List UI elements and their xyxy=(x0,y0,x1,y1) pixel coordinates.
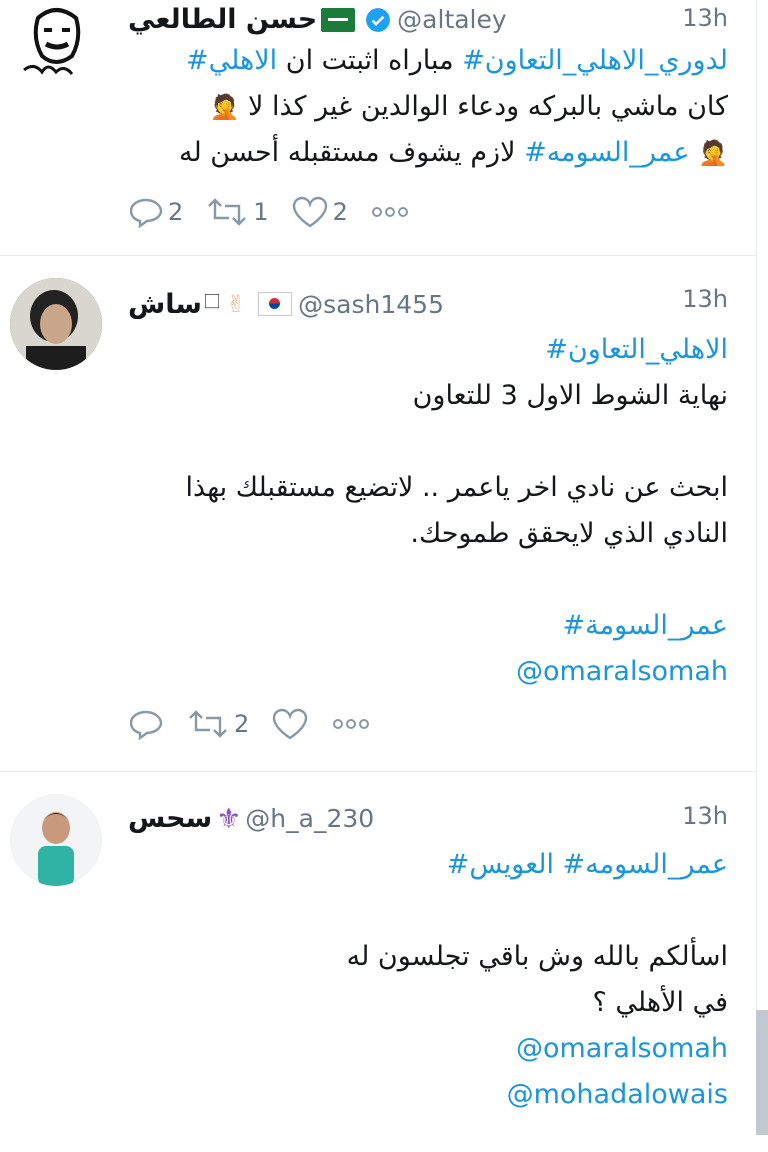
facepalm-emoji: 🤦 xyxy=(209,93,240,121)
retweet-icon xyxy=(208,198,247,226)
display-name[interactable]: حسن الطالعي xyxy=(128,4,317,35)
like-button[interactable]: 2 xyxy=(291,195,348,229)
hashtag-link[interactable]: عمر_السومة# xyxy=(128,603,728,649)
korea-flag-icon xyxy=(258,292,293,316)
hashtag-link[interactable]: عمر_السومه# xyxy=(524,137,698,168)
retweet-count: 2 xyxy=(234,710,250,738)
tweet-text: لدوري_الاهلي_التعاون# مباراه اثبتت ان ال… xyxy=(128,38,728,176)
tweet[interactable]: ساش 🗆 ✌ @sash1455 13h الاهلي_التعاون# نه… xyxy=(0,255,756,772)
display-name[interactable]: ساش xyxy=(128,289,202,320)
heart-icon xyxy=(273,708,308,740)
tweet-text: عمر_السومه# العويس# اسألكم بالله وش باقي… xyxy=(128,842,728,1118)
tweet-line: لدوري_الاهلي_التعاون# مباراه اثبتت ان ال… xyxy=(128,38,728,84)
like-button[interactable] xyxy=(271,707,309,741)
retweet-count: 1 xyxy=(253,198,269,226)
fleur-de-lis-emoji: ⚜ xyxy=(216,802,242,835)
tweet-author[interactable]: ساش 🗆 ✌ @sash1455 xyxy=(128,285,444,323)
scrollbar-thumb[interactable] xyxy=(756,1010,768,1135)
reply-icon xyxy=(129,198,163,228)
tweet-text-span: لازم يشوف مستقبله أحسن له xyxy=(179,137,525,168)
avatar[interactable] xyxy=(10,0,102,92)
heart-icon xyxy=(292,196,327,228)
reply-count: 2 xyxy=(168,198,184,226)
reply-button[interactable] xyxy=(128,708,164,740)
profile-photo-image xyxy=(10,278,102,370)
retweet-button[interactable]: 2 xyxy=(186,708,249,740)
tweet-line: نهاية الشوط الاول 3 للتعاون xyxy=(412,380,728,411)
verified-badge-icon xyxy=(366,7,391,32)
hashtag-links[interactable]: عمر_السومه# العويس# xyxy=(128,842,728,888)
facepalm-emoji: 🤦 xyxy=(698,139,728,167)
tweet-author[interactable]: حسن الطالعي @altaley xyxy=(128,4,507,35)
user-handle[interactable]: @altaley xyxy=(397,5,507,34)
display-name[interactable]: سحس xyxy=(128,803,212,834)
mention-link[interactable]: @omaralsomah xyxy=(128,1026,728,1072)
tweet[interactable]: حسن الطالعي @altaley 13h لدوري_الاهلي_ال… xyxy=(0,0,756,256)
tweet-author[interactable]: سحس ⚜ @h_a_230 xyxy=(128,802,374,835)
avatar[interactable] xyxy=(10,794,102,886)
timestamp[interactable]: 13h xyxy=(682,285,728,313)
tweet-line: النادي الذي لايحقق طموحك. xyxy=(410,518,728,549)
mention-link[interactable]: @mohadalowais xyxy=(128,1072,728,1118)
tweet-text-span: كان ماشي بالبركه ودعاء الوالدين غير كذا … xyxy=(248,91,728,122)
reply-button[interactable]: 2 xyxy=(128,196,183,228)
user-handle[interactable]: @sash1455 xyxy=(298,290,444,319)
profile-photo-image xyxy=(10,794,102,886)
tweet-text: الاهلي_التعاون# نهاية الشوط الاول 3 للتع… xyxy=(128,327,728,695)
timestamp[interactable]: 13h xyxy=(682,4,728,32)
tweet-line: ابحث عن نادي اخر ياعمر .. لاتضيع مستقبلك… xyxy=(185,472,728,503)
more-button[interactable] xyxy=(370,204,410,220)
user-handle[interactable]: @h_a_230 xyxy=(245,804,374,833)
avatar[interactable] xyxy=(10,278,102,370)
tweet-line: 🤦 عمر_السومه# لازم يشوف مستقبله أحسن له xyxy=(128,130,728,176)
tweet-line: اسألكم بالله وش باقي تجلسون له xyxy=(346,941,728,972)
mention-link[interactable]: @omaralsomah xyxy=(128,649,728,695)
name-symbol: 🗆 xyxy=(203,290,221,315)
retweet-icon xyxy=(189,710,227,738)
like-count: 2 xyxy=(332,198,348,226)
tweet-line: في الأهلي ؟ xyxy=(592,987,729,1018)
hashtag-link[interactable]: الاهلي# xyxy=(186,45,277,76)
hashtag-link[interactable]: الاهلي_التعاون# xyxy=(128,327,728,373)
tweet-line: كان ماشي بالبركه ودعاء الوالدين غير كذا … xyxy=(128,84,728,130)
tweet-text-span: مباراه اثبتت ان xyxy=(277,45,463,76)
caricature-avatar-image xyxy=(10,0,102,92)
victory-hand-emoji: ✌ xyxy=(226,290,247,318)
timestamp[interactable]: 13h xyxy=(682,802,728,830)
tweet[interactable]: سحس ⚜ @h_a_230 13h عمر_السومه# العويس# ا… xyxy=(0,772,756,1152)
more-dots-icon xyxy=(371,207,408,217)
reply-icon xyxy=(129,710,163,740)
timeline: حسن الطالعي @altaley 13h لدوري_الاهلي_ال… xyxy=(0,0,757,1135)
more-button[interactable] xyxy=(331,716,371,732)
saudi-flag-icon xyxy=(321,7,356,32)
retweet-button[interactable]: 1 xyxy=(205,196,269,228)
more-dots-icon xyxy=(333,719,370,729)
hashtag-link[interactable]: لدوري_الاهلي_التعاون# xyxy=(462,45,728,76)
